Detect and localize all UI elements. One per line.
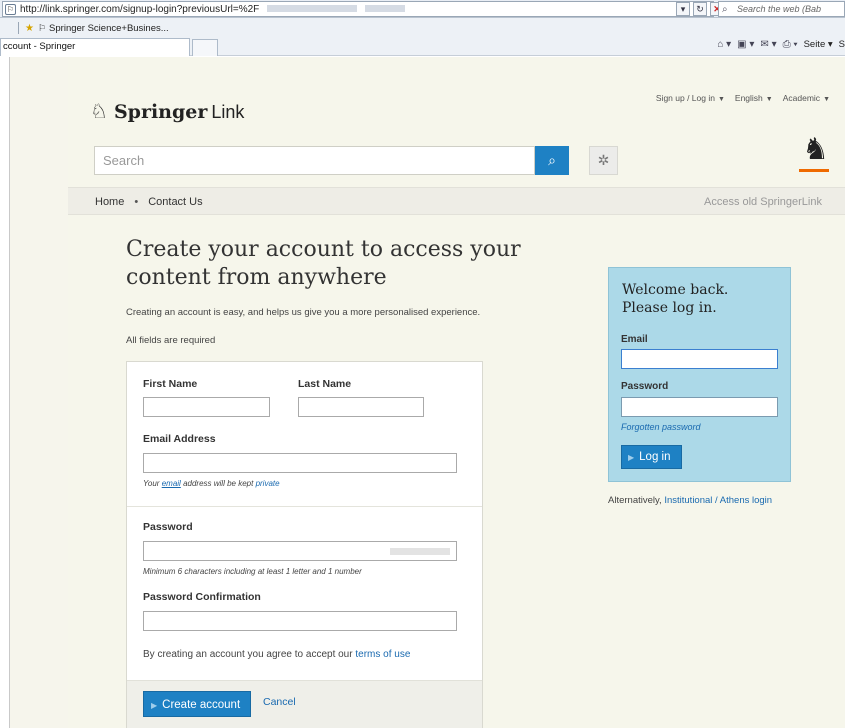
password-confirm-field[interactable] bbox=[143, 611, 457, 631]
knight-logo-icon: ♘ bbox=[90, 101, 108, 123]
login-password-label: Password bbox=[621, 381, 669, 392]
forgot-password-link[interactable]: Forgotten password bbox=[621, 422, 701, 432]
springer-knight-icon: ♞ bbox=[802, 133, 829, 166]
password-hint: Minimum 6 characters including at least … bbox=[143, 567, 362, 576]
nav-home-link[interactable]: Home bbox=[95, 196, 124, 208]
login-panel: Welcome back. Please log in. Email Passw… bbox=[608, 267, 791, 482]
cancel-link[interactable]: Cancel bbox=[263, 696, 296, 708]
tab-springer[interactable]: ccount - Springer bbox=[0, 38, 190, 56]
page-title: Create your account to access your conte… bbox=[126, 237, 521, 290]
last-name-field[interactable] bbox=[298, 397, 424, 417]
page-menu[interactable]: Seite ▾ bbox=[804, 39, 833, 50]
site-logo[interactable]: ♘ Springer Link bbox=[90, 99, 244, 124]
play-icon: ▶ bbox=[151, 701, 158, 710]
create-account-button[interactable]: ▶ Create account bbox=[143, 691, 252, 717]
refresh-icon[interactable]: ↻ bbox=[693, 2, 707, 16]
login-title: Welcome back. Please log in. bbox=[622, 282, 729, 316]
institutional-login-link[interactable]: Institutional / Athens login bbox=[664, 495, 772, 506]
signup-form: First Name Last Name Email Address Your … bbox=[126, 361, 483, 728]
add-favorite-icon[interactable]: ★ bbox=[25, 23, 34, 34]
tab-row: ccount - Springer ⌂ ▾ ▣ ▾ ✉ ▾ ⎙ ▾ Seite … bbox=[0, 38, 845, 56]
private-link[interactable]: private bbox=[256, 479, 280, 488]
search-icon: ⌕ bbox=[722, 4, 728, 15]
form-divider bbox=[127, 506, 482, 507]
overflow-menu[interactable]: S bbox=[839, 39, 845, 50]
password-label: Password bbox=[143, 521, 193, 533]
command-bar: ⌂ ▾ ▣ ▾ ✉ ▾ ⎙ ▾ Seite ▾ S bbox=[717, 39, 845, 50]
password-confirm-label: Password Confirmation bbox=[143, 591, 261, 603]
search-button[interactable]: ⌕ bbox=[535, 146, 569, 175]
old-springerlink-link[interactable]: Access old SpringerLink bbox=[704, 188, 822, 216]
email-field[interactable] bbox=[143, 453, 457, 473]
login-password-field[interactable] bbox=[621, 397, 778, 417]
web-search-placeholder: Search the web (Bab bbox=[737, 4, 822, 14]
favorites-item-springer[interactable]: Springer Science+Busines... bbox=[49, 23, 169, 34]
email-link[interactable]: email bbox=[162, 479, 181, 488]
page-viewport: Sign up / Log in ▼ English ▼ Academic ▼ ♘ S… bbox=[0, 57, 845, 728]
language-menu[interactable]: English ▼ bbox=[735, 93, 773, 103]
nav-strip: Home • Contact Us Access old SpringerLin… bbox=[68, 187, 845, 215]
password-strength-meter bbox=[390, 548, 450, 555]
print-icon[interactable]: ⎙ ▾ bbox=[783, 39, 798, 50]
search-options-button[interactable]: ✲ bbox=[589, 146, 618, 175]
terms-link[interactable]: terms of use bbox=[355, 649, 410, 660]
last-name-label: Last Name bbox=[298, 378, 352, 390]
signup-login-menu[interactable]: Sign up / Log in ▼ bbox=[656, 93, 725, 103]
feeds-icon[interactable]: ▣ ▾ bbox=[737, 39, 754, 50]
alternative-login: Alternatively, Institutional / Athens lo… bbox=[608, 495, 773, 506]
audience-menu[interactable]: Academic ▼ bbox=[783, 93, 830, 103]
brand-underline bbox=[799, 169, 829, 172]
required-note: All fields are required bbox=[126, 335, 216, 346]
terms-note: By creating an account you agree to acce… bbox=[143, 649, 411, 660]
play-icon: ▶ bbox=[628, 453, 635, 462]
page-icon: ⚐ bbox=[5, 3, 16, 15]
springer-favicon: ⚐ bbox=[37, 22, 47, 33]
intro-text: Creating an account is easy, and helps u… bbox=[126, 307, 481, 318]
browser-address-bar: ⚐ http://link.springer.com/signup-login?… bbox=[0, 0, 845, 18]
nav-separator: • bbox=[134, 196, 139, 208]
mail-icon[interactable]: ✉ ▾ bbox=[760, 39, 776, 50]
first-name-field[interactable] bbox=[143, 397, 270, 417]
gear-icon: ✲ bbox=[597, 152, 610, 168]
search-icon: ⌕ bbox=[548, 152, 556, 168]
email-hint: Your email address will be kept private bbox=[143, 479, 280, 488]
springerlink-site: Sign up / Log in ▼ English ▼ Academic ▼ ♘ S… bbox=[68, 57, 845, 728]
favorites-separator bbox=[18, 22, 19, 34]
favorites-row: ★ ⚐ Springer Science+Busines... bbox=[0, 21, 169, 35]
login-email-field[interactable] bbox=[621, 349, 778, 369]
dropdown-icon[interactable]: ▾ bbox=[676, 2, 690, 16]
breadcrumb: Home • Contact Us bbox=[95, 188, 203, 216]
address-field[interactable]: ⚐ http://link.springer.com/signup-login?… bbox=[2, 1, 714, 17]
logo-text: Springer Link bbox=[113, 100, 245, 123]
address-url[interactable]: http://link.springer.com/signup-login?pr… bbox=[20, 4, 406, 15]
top-links: Sign up / Log in ▼ English ▼ Academic ▼ bbox=[656, 93, 830, 103]
form-footer: ▶ Create account Cancel bbox=[127, 680, 482, 728]
first-name-label: First Name bbox=[143, 378, 198, 390]
nav-contact-link[interactable]: Contact Us bbox=[148, 196, 202, 208]
email-address-label: Email Address bbox=[143, 433, 216, 445]
home-icon[interactable]: ⌂ ▾ bbox=[717, 39, 731, 50]
favorites-and-tabs-bar: ★ ⚐ Springer Science+Busines... ccount -… bbox=[0, 18, 845, 56]
login-button[interactable]: ▶ Log in bbox=[621, 445, 682, 469]
web-search-box[interactable]: ⌕ Search the web (Bab bbox=[718, 1, 845, 17]
search-input[interactable]: Search bbox=[94, 146, 535, 175]
address-buttons: ▾ ↻ ✕ bbox=[676, 2, 724, 16]
login-email-label: Email bbox=[621, 334, 648, 345]
left-gutter bbox=[0, 57, 10, 728]
new-tab-button[interactable] bbox=[192, 39, 218, 56]
password-field[interactable] bbox=[143, 541, 457, 561]
